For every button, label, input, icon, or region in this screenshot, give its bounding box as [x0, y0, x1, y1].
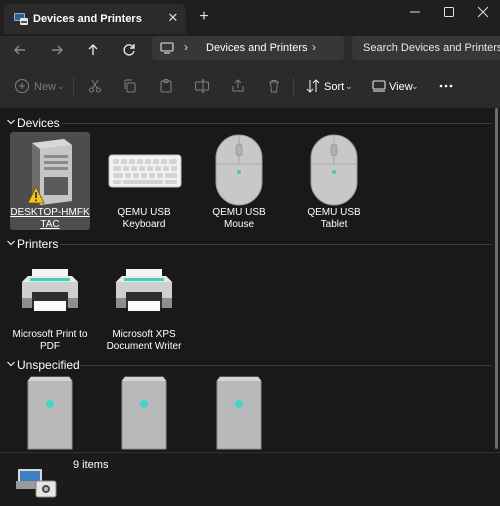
chevron-down-icon: ⌄ — [57, 81, 65, 91]
tab-devices-and-printers[interactable]: Devices and Printers ✕ — [4, 4, 186, 34]
printer-item-xps[interactable]: Microsoft XPS Document Writer — [104, 254, 184, 354]
generic-device-icon — [27, 376, 73, 450]
generic-device-icon — [216, 376, 262, 450]
group-divider — [80, 365, 492, 366]
device-item-keyboard[interactable]: QEMU USB Keyboard — [104, 132, 184, 232]
breadcrumb-location[interactable]: Devices and Printers — [206, 42, 308, 54]
mouse-icon — [310, 134, 358, 206]
sort-icon[interactable] — [305, 78, 321, 94]
cut-icon[interactable] — [87, 78, 103, 94]
new-tab-button[interactable]: + — [196, 9, 212, 25]
group-title-devices: Devices — [17, 116, 60, 130]
group-divider — [62, 123, 492, 124]
printer-icon — [22, 269, 78, 311]
group-header-printers[interactable]: Printers — [0, 234, 500, 254]
view-icon[interactable] — [371, 78, 387, 94]
device-label: QEMU USB Tablet — [307, 207, 361, 230]
close-tab-icon[interactable]: ✕ — [166, 11, 180, 25]
copy-icon[interactable] — [122, 78, 138, 94]
unspecified-item[interactable] — [10, 374, 90, 452]
tab-title: Devices and Printers — [33, 13, 142, 25]
back-arrow-icon[interactable] — [10, 40, 30, 60]
view-button[interactable]: View — [389, 81, 413, 93]
search-input[interactable]: Search Devices and Printers — [363, 42, 500, 54]
group-header-devices[interactable]: Devices — [0, 113, 500, 133]
group-title-printers: Printers — [17, 237, 59, 251]
chevron-down-icon — [7, 240, 15, 246]
title-bar: Devices and Printers ✕ + — [0, 0, 500, 36]
paste-icon[interactable] — [158, 78, 174, 94]
printer-item-pdf[interactable]: Microsoft Print to PDF — [10, 254, 90, 354]
group-title-unspecified: Unspecified — [17, 358, 80, 372]
chevron-down-icon: ⌄ — [411, 81, 419, 91]
unspecified-item[interactable] — [104, 374, 184, 452]
command-bar: New ⌄ Sort ⌄ View ⌄ — [0, 64, 500, 108]
device-item-tablet[interactable]: QEMU USB Tablet — [294, 132, 374, 232]
device-item-desktop[interactable]: DESKTOP-HMFK TAC — [10, 132, 90, 230]
toolbar-divider — [73, 78, 74, 96]
refresh-icon[interactable] — [119, 40, 139, 60]
chevron-down-icon: ⌄ — [345, 81, 353, 91]
printer-icon — [116, 269, 172, 311]
chevron-down-icon — [7, 119, 15, 125]
forward-arrow-icon[interactable] — [47, 40, 67, 60]
device-label: QEMU USB Keyboard — [117, 207, 171, 230]
items-view: Devices DESKTOP-HMFK TAC QEMU USB Keyboa… — [0, 108, 500, 452]
monitor-icon — [160, 42, 174, 54]
new-button[interactable]: New — [34, 81, 56, 93]
computer-tower-warning-icon — [27, 139, 72, 205]
share-icon[interactable] — [230, 78, 246, 94]
rename-icon[interactable] — [194, 78, 210, 94]
device-label: DESKTOP-HMFK TAC — [10, 207, 90, 230]
search-box[interactable]: Search Devices and Printers — [352, 36, 500, 60]
printer-label: Microsoft Print to PDF — [12, 329, 88, 352]
group-header-unspecified[interactable]: Unspecified — [0, 355, 500, 375]
devices-printers-icon — [16, 469, 57, 498]
device-label: QEMU USB Mouse — [212, 207, 266, 230]
breadcrumb-chevron-icon[interactable]: › — [312, 40, 316, 54]
group-divider — [60, 244, 492, 245]
new-plus-icon[interactable] — [14, 78, 30, 94]
minimize-icon[interactable] — [408, 5, 422, 19]
item-count: 9 items — [73, 459, 109, 471]
printer-label: Microsoft XPS Document Writer — [106, 329, 182, 352]
maximize-icon[interactable] — [442, 5, 456, 19]
generic-device-icon — [121, 376, 167, 450]
navigation-bar: › Devices and Printers › Search Devices … — [0, 36, 500, 64]
keyboard-icon — [108, 154, 182, 188]
toolbar-divider — [293, 78, 294, 96]
up-arrow-icon[interactable] — [83, 40, 103, 60]
delete-icon[interactable] — [266, 78, 282, 94]
close-window-icon[interactable] — [476, 5, 490, 19]
more-options-icon[interactable] — [438, 78, 454, 94]
chevron-down-icon — [7, 361, 15, 367]
breadcrumb-chevron-icon[interactable]: › — [184, 40, 188, 54]
sort-button[interactable]: Sort — [324, 81, 344, 93]
vertical-scrollbar[interactable] — [495, 108, 498, 449]
devices-printers-icon — [14, 13, 28, 25]
unspecified-item[interactable] — [199, 374, 279, 452]
details-pane: 9 items — [0, 452, 500, 506]
address-bar[interactable]: › Devices and Printers › — [152, 36, 344, 60]
device-item-mouse[interactable]: QEMU USB Mouse — [199, 132, 279, 232]
mouse-icon — [215, 134, 263, 206]
